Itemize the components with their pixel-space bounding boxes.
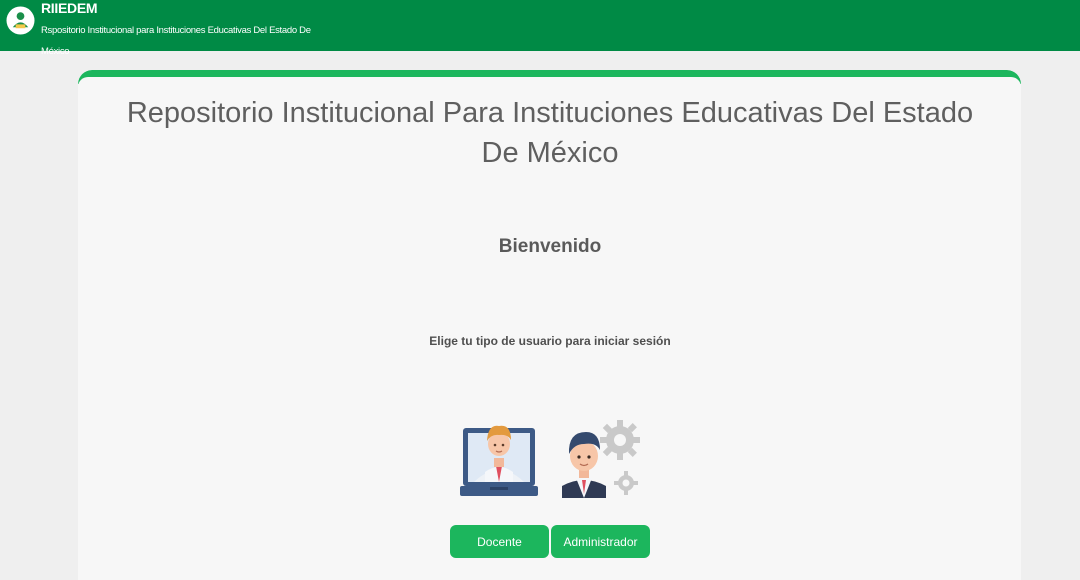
app-logo-icon[interactable]: [6, 6, 35, 35]
welcome-heading: Bienvenido: [498, 236, 602, 257]
teacher-laptop-icon[interactable]: [460, 414, 538, 500]
teacher-login-button[interactable]: Docente: [450, 525, 549, 558]
administrator-gears-icon[interactable]: [560, 416, 642, 500]
page-title: Repositorio Institucional Para Instituci…: [126, 97, 974, 169]
admin-login-button[interactable]: Administrador: [551, 525, 650, 558]
top-navbar: RIIEDEM Rspositorio Institucional para I…: [0, 0, 1080, 57]
user-type-prompt: Elige tu tipo de usuario para iniciar se…: [429, 334, 671, 348]
brand-name[interactable]: RIIEDEM: [41, 0, 98, 16]
brand-subtitle: Rspositorio Institucional para Instituci…: [41, 25, 311, 57]
